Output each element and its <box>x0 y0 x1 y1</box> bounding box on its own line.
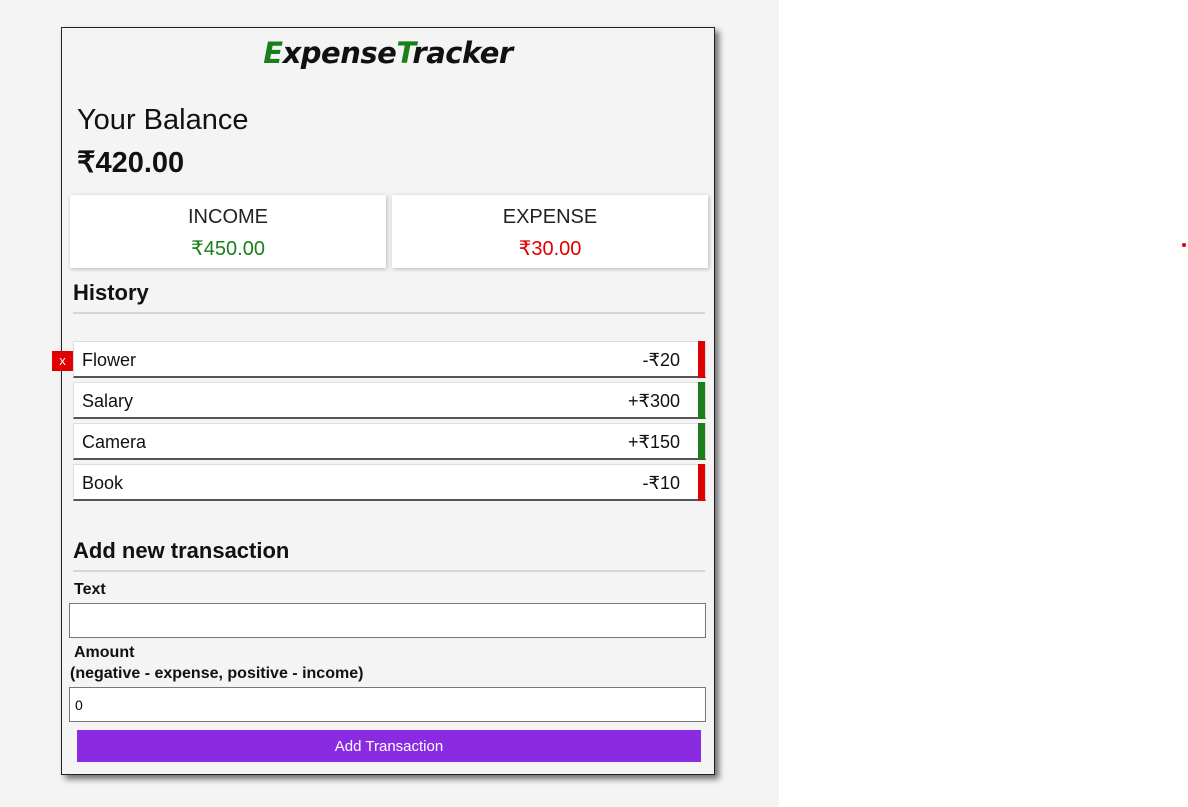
transaction-text: Camera <box>82 432 147 452</box>
balance-label: Your Balance <box>77 104 249 136</box>
text-label: Text <box>74 581 106 598</box>
transaction-text: Book <box>82 473 124 493</box>
expense-indicator <box>698 464 705 501</box>
income-label: INCOME <box>188 206 268 228</box>
list-item[interactable]: Salary +₹300 <box>73 382 706 419</box>
transaction-text: Flower <box>82 350 137 370</box>
expense-value: ₹30.00 <box>518 238 582 260</box>
expense-indicator <box>698 341 705 378</box>
amount-label: Amount (negative - expense, positive - i… <box>70 642 363 684</box>
app-title: ExpenseTracker <box>263 36 513 70</box>
add-transaction-button[interactable]: Add Transaction <box>77 730 701 762</box>
transaction-amount: +₹300 <box>628 391 680 411</box>
income-indicator <box>698 423 705 460</box>
income-indicator <box>698 382 705 419</box>
history-heading: History <box>73 280 705 314</box>
list-item[interactable]: x Flower -₹20 <box>52 341 706 378</box>
add-transaction-heading: Add new transaction <box>73 538 705 572</box>
list-item[interactable]: Book -₹10 <box>73 464 706 501</box>
expense-label: EXPENSE <box>502 206 598 228</box>
amount-input[interactable] <box>69 687 706 722</box>
history-list: x Flower -₹20 Salary +₹300 Camera +₹150 … <box>52 341 706 505</box>
text-input[interactable] <box>69 603 706 638</box>
transaction-text: Salary <box>82 391 134 411</box>
income-box: INCOME ₹450.00 <box>70 195 386 268</box>
transaction-amount: -₹10 <box>642 473 680 493</box>
amount-label-title: Amount <box>74 644 135 661</box>
income-value: ₹450.00 <box>191 238 265 260</box>
expense-box: EXPENSE ₹30.00 <box>392 195 708 268</box>
transaction-amount: +₹150 <box>628 432 680 452</box>
delete-button[interactable]: x <box>52 351 73 371</box>
stray-dot <box>1182 243 1186 247</box>
balance-value: ₹420.00 <box>77 147 185 179</box>
expense-tracker-card: ExpenseTracker Your Balance ₹420.00 INCO… <box>52 27 715 775</box>
amount-label-hint: (negative - expense, positive - income) <box>70 665 364 682</box>
list-item[interactable]: Camera +₹150 <box>73 423 706 460</box>
transaction-amount: -₹20 <box>642 350 680 370</box>
